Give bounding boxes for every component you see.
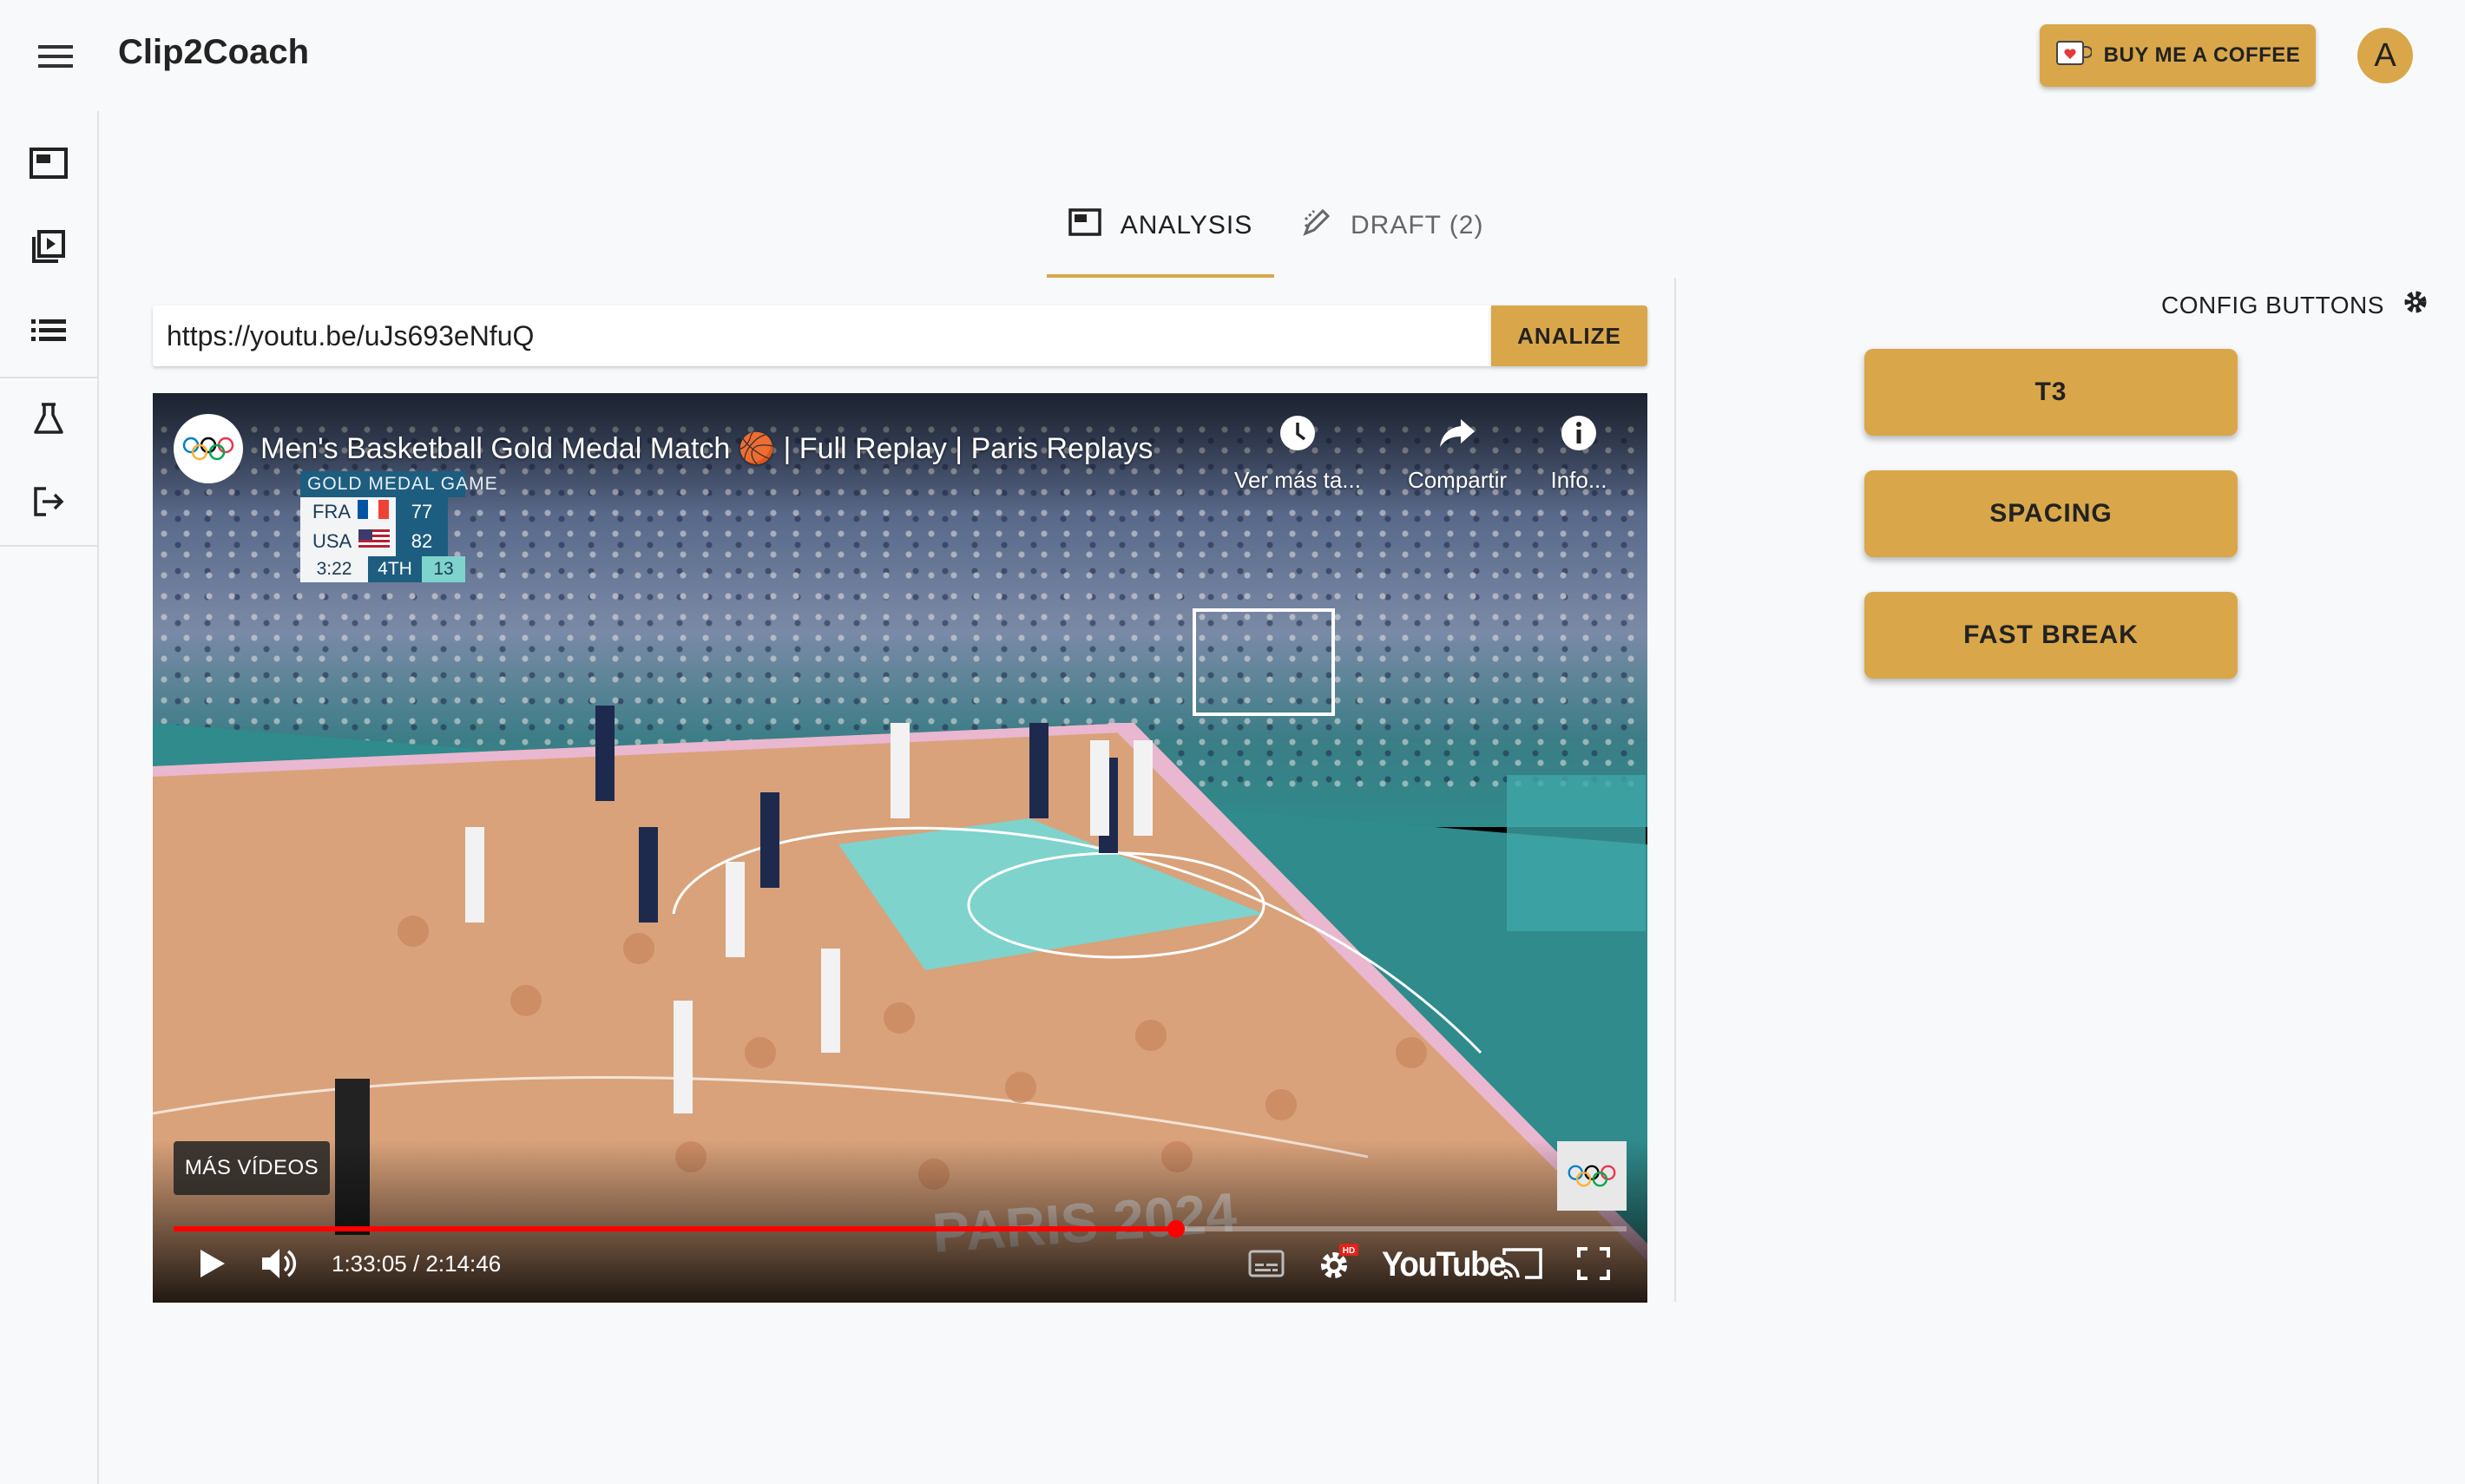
sidebar-divider [0,545,97,547]
more-videos-button[interactable]: MÁS VÍDEOS [174,1141,330,1195]
scorebug-clock-row: 3:22 4TH 13 [300,556,465,582]
scorebug-shot-clock: 13 [422,556,465,582]
olympics-channel-logo[interactable] [174,414,243,483]
scorebug-team-name: FRA [312,501,351,522]
draft-edit-icon [1302,207,1331,244]
sidebar-item-video-library[interactable] [0,207,97,290]
video-url-input[interactable] [153,305,1491,366]
coffee-cup-icon [2055,40,2093,72]
hamburger-menu-icon[interactable] [31,35,80,78]
scorebug-score: 82 [396,527,448,556]
scorebug-period: 4TH [368,556,422,582]
app-title: Clip2Coach [118,33,310,71]
info-button[interactable]: Info... [1531,414,1627,494]
scorebug-row: FRA 77 [300,497,465,527]
watch-later-label: Ver más ta... [1234,467,1361,493]
panel-divider [1674,278,1676,1302]
logout-icon [32,486,65,522]
france-flag-icon [358,500,389,524]
watch-later-button[interactable]: Ver más ta... [1234,414,1361,494]
video-library-icon [30,228,67,269]
share-button[interactable]: Compartir [1407,414,1508,494]
fullscreen-icon[interactable] [1571,1242,1616,1285]
tab-analysis[interactable]: ANALYSIS [1047,174,1274,278]
config-buttons-link[interactable]: CONFIG BUTTONS [2161,288,2429,322]
analize-button[interactable]: ANALIZE [1491,305,1647,366]
sidebar-item-lab[interactable] [0,378,97,462]
user-avatar[interactable]: A [2357,28,2413,83]
share-icon [1438,414,1476,458]
list-icon [31,318,66,346]
usa-flag-icon [358,529,391,554]
config-button-fast-break[interactable]: FAST BREAK [1864,592,2238,679]
olympic-rings-watermark-icon[interactable] [1557,1141,1627,1211]
settings-gear-icon[interactable]: HD [1311,1242,1363,1285]
analysis-icon [30,147,68,183]
youtube-logo[interactable]: YouTube [1382,1245,1507,1284]
tab-analysis-label: ANALYSIS [1120,211,1253,240]
coffee-button-label: BUY ME A COFFEE [2103,43,2301,67]
hd-badge: HD [1343,1246,1355,1256]
flask-icon [33,402,64,439]
buy-me-a-coffee-button[interactable]: BUY ME A COFFEE [2040,24,2316,87]
video-progress-bar[interactable] [174,1220,1627,1238]
video-title[interactable]: Men's Basketball Gold Medal Match 🏀 | Fu… [260,431,1153,466]
subtitles-icon[interactable] [1245,1242,1288,1285]
video-time-display: 1:33:05 / 2:14:46 [332,1251,502,1277]
cast-icon[interactable] [1498,1242,1547,1285]
config-button-spacing[interactable]: SPACING [1864,470,2238,557]
scorebug-score: 77 [396,497,448,527]
sidebar-item-analysis[interactable] [0,123,97,207]
scorebug: GOLD MEDAL GAME FRA 77 USA 82 3:22 4TH 1… [300,471,497,582]
play-icon[interactable] [191,1242,234,1285]
sidebar [0,111,99,1484]
video-player[interactable]: PARIS 2024 Men's Basketball Gold Medal M… [153,393,1647,1303]
info-icon [1560,414,1598,458]
video-progress-played [174,1226,1177,1231]
analysis-icon [1068,208,1101,243]
info-label: Info... [1550,467,1607,493]
clock-icon [1279,414,1317,458]
sidebar-item-logout[interactable] [0,462,97,545]
video-progress-handle[interactable] [1167,1220,1186,1238]
scorebug-game-clock: 3:22 [300,556,368,582]
gear-icon [2402,288,2429,322]
tab-draft[interactable]: DRAFT (2) [1302,174,1493,278]
scorebug-header: GOLD MEDAL GAME [300,471,497,497]
scorebug-team-name: USA [312,530,352,552]
tab-draft-label: DRAFT (2) [1351,211,1484,240]
scorebug-row: USA 82 [300,527,465,556]
volume-icon[interactable] [257,1242,304,1285]
top-app-bar: Clip2Coach BUY ME A COFFEE A [0,0,2465,111]
config-buttons-label: CONFIG BUTTONS [2161,291,2384,318]
sidebar-item-list[interactable] [0,290,97,373]
config-button-t3[interactable]: T3 [1864,349,2238,436]
share-label: Compartir [1407,467,1508,493]
